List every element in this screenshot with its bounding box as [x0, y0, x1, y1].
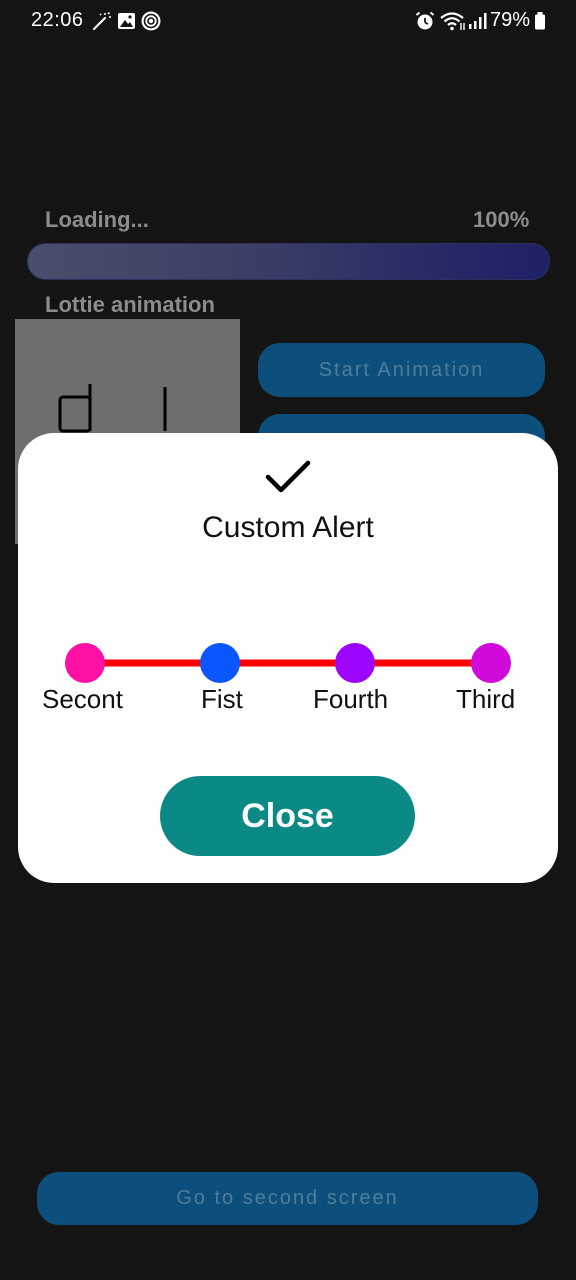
step-timeline: Secont Fist Fourth Third: [18, 638, 558, 718]
step-dot: [471, 643, 511, 683]
close-button[interactable]: Close: [160, 776, 415, 856]
dialog-title: Custom Alert: [202, 511, 374, 544]
step-dot: [65, 643, 105, 683]
step-dot: [200, 643, 240, 683]
timeline-graphic: [65, 643, 511, 683]
step-dot: [335, 643, 375, 683]
custom-alert-dialog: Custom Alert Secont Fist Fourth Third Cl…: [18, 433, 558, 883]
step-label-3: Fourth: [313, 684, 389, 714]
step-label-2: Fist: [201, 684, 243, 714]
step-label-1: Secont: [42, 684, 123, 714]
step-label-4: Third: [456, 684, 516, 714]
checkmark-icon: [265, 460, 311, 493]
